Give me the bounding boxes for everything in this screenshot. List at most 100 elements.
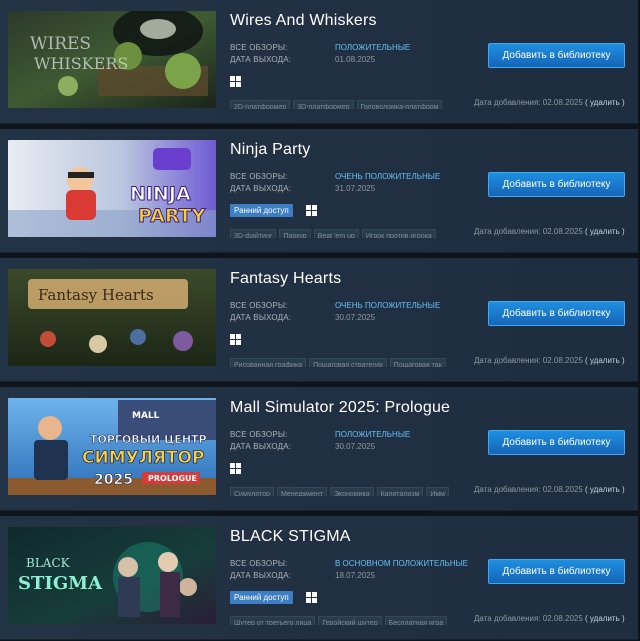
add-to-library-button[interactable]: Добавить в библиотеку: [488, 301, 625, 326]
tag[interactable]: Игрок против игрока: [361, 229, 436, 238]
review-summary[interactable]: В ОСНОВНОМ ПОЛОЖИТЕЛЬНЫЕ: [335, 559, 468, 568]
remove-link[interactable]: ( удалить ): [585, 485, 625, 494]
game-title[interactable]: Ninja Party: [230, 141, 310, 159]
capsule-title-line: MALL: [132, 411, 160, 421]
release-date-label: ДАТА ВЫХОДА:: [230, 313, 292, 322]
date-added-value: 02.08.2025: [542, 98, 583, 107]
remove-link[interactable]: ( удалить ): [585, 227, 625, 236]
windows-icon: [230, 76, 241, 87]
capsule-art: BLACK STIGMA: [8, 527, 216, 624]
tag[interactable]: 3D-файтинг: [230, 229, 277, 238]
release-date: 31.07.2025: [335, 184, 376, 193]
date-added: Дата добавления: 02.08.2025 ( удалить ): [474, 614, 625, 623]
release-date: 18.07.2025: [335, 571, 376, 580]
capsule-title-line: 2025: [94, 472, 133, 488]
date-added: Дата добавления: 02.08.2025 ( удалить ): [474, 356, 625, 365]
date-added-value: 02.08.2025: [542, 485, 583, 494]
tag[interactable]: Менеджмент: [277, 487, 327, 496]
capsule-title-line: WHISKERS: [34, 54, 128, 73]
reviews-label: ВСЕ ОБЗОРЫ:: [230, 430, 288, 439]
date-added-label: Дата добавления:: [474, 356, 541, 365]
game-title[interactable]: Fantasy Hearts: [230, 270, 341, 288]
game-title[interactable]: Wires And Whiskers: [230, 12, 377, 30]
capsule-title-line: BLACK: [26, 556, 71, 570]
game-title[interactable]: BLACK STIGMA: [230, 528, 351, 546]
tag[interactable]: Beat 'em up: [313, 229, 359, 238]
tag-list: 3D-файтинг Паркур Beat 'em up Игрок против …: [230, 225, 466, 238]
review-summary[interactable]: ОЧЕНЬ ПОЛОЖИТЕЛЬНЫЕ: [335, 301, 440, 310]
wishlist-row: BLACK STIGMA BLACK STIGMA ВСЕ ОБЗОРЫ: ДА…: [0, 516, 638, 640]
tag[interactable]: Экономика: [329, 487, 374, 496]
capsule-title-line: STIGMA: [18, 573, 103, 594]
capsule-title-line: PARTY: [138, 205, 206, 227]
remove-link[interactable]: ( удалить ): [585, 356, 625, 365]
tag[interactable]: Пошаговая стратегия: [309, 358, 387, 367]
tag[interactable]: Бесплатная игра: [384, 616, 448, 625]
wishlist-row: NINJA PARTY Ninja Party ВСЕ ОБЗОРЫ: ДАТА…: [0, 129, 638, 253]
tag[interactable]: Головоломка-платформ: [356, 100, 443, 109]
game-capsule-image[interactable]: WIRES WHISKERS: [8, 11, 216, 108]
game-capsule-image[interactable]: Fantasy Hearts: [8, 269, 216, 366]
add-to-library-button[interactable]: Добавить в библиотеку: [488, 430, 625, 455]
review-summary[interactable]: ПОЛОЖИТЕЛЬНЫЕ: [335, 430, 410, 439]
windows-icon: [306, 592, 317, 603]
early-access-badge: Ранний доступ: [230, 204, 293, 217]
tag-list: Шутер от третьего лица Геройский шутер Бес…: [230, 612, 466, 625]
date-added-value: 02.08.2025: [542, 356, 583, 365]
date-added-label: Дата добавления:: [474, 485, 541, 494]
tag[interactable]: Симулятор: [230, 487, 274, 496]
tag-list: 2D-платформер 3D-платформер Головоломка-пл…: [230, 96, 466, 109]
add-to-library-button[interactable]: Добавить в библиотеку: [488, 172, 625, 197]
capsule-title-line: Fantasy Hearts: [38, 286, 154, 304]
review-summary[interactable]: ОЧЕНЬ ПОЛОЖИТЕЛЬНЫЕ: [335, 172, 440, 181]
tag[interactable]: 3D-платформер: [293, 100, 354, 109]
release-date-label: ДАТА ВЫХОДА:: [230, 442, 292, 451]
add-to-library-button[interactable]: Добавить в библиотеку: [488, 43, 625, 68]
wishlist-row: MALL ТОРГОВЫЙ ЦЕНТР СИМУЛЯТОР 2025 PROLO…: [0, 387, 638, 511]
release-date-label: ДАТА ВЫХОДА:: [230, 184, 292, 193]
capsule-title-line: ТОРГОВЫЙ ЦЕНТР: [90, 433, 207, 446]
windows-icon: [306, 205, 317, 216]
tag[interactable]: Паркур: [279, 229, 311, 238]
game-capsule-image[interactable]: MALL ТОРГОВЫЙ ЦЕНТР СИМУЛЯТОР 2025 PROLO…: [8, 398, 216, 495]
release-date-label: ДАТА ВЫХОДА:: [230, 571, 292, 580]
review-summary[interactable]: ПОЛОЖИТЕЛЬНЫЕ: [335, 43, 410, 52]
tag[interactable]: 2D-платформер: [230, 100, 291, 109]
capsule-art: NINJA PARTY: [8, 140, 216, 237]
release-date: 30.07.2025: [335, 313, 376, 322]
capsule-title-line: WIRES: [30, 34, 91, 54]
windows-icon: [230, 463, 241, 474]
capsule-art: Fantasy Hearts: [8, 269, 216, 366]
game-capsule-image[interactable]: NINJA PARTY: [8, 140, 216, 237]
remove-link[interactable]: ( удалить ): [585, 98, 625, 107]
tag[interactable]: Имм: [426, 487, 449, 496]
reviews-label: ВСЕ ОБЗОРЫ:: [230, 172, 288, 181]
date-added-label: Дата добавления:: [474, 98, 541, 107]
windows-icon: [230, 334, 241, 345]
remove-link[interactable]: ( удалить ): [585, 614, 625, 623]
date-added-value: 02.08.2025: [542, 227, 583, 236]
add-to-library-button[interactable]: Добавить в библиотеку: [488, 559, 625, 584]
release-date: 30.07.2025: [335, 442, 376, 451]
wishlist-row: WIRES WHISKERS Wires And Whiskers ВСЕ ОБ…: [0, 0, 638, 124]
wishlist-row: Fantasy Hearts Fantasy Hearts ВСЕ ОБЗОРЫ…: [0, 258, 638, 382]
game-title[interactable]: Mall Simulator 2025: Prologue: [230, 399, 450, 417]
release-date-label: ДАТА ВЫХОДА:: [230, 55, 292, 64]
tag[interactable]: Геройский шутер: [318, 616, 382, 625]
game-capsule-image[interactable]: BLACK STIGMA: [8, 527, 216, 624]
capsule-art: WIRES WHISKERS: [8, 11, 216, 108]
date-added-label: Дата добавления:: [474, 227, 541, 236]
date-added: Дата добавления: 02.08.2025 ( удалить ): [474, 485, 625, 494]
capsule-title-line: СИМУЛЯТОР: [82, 448, 204, 468]
date-added: Дата добавления: 02.08.2025 ( удалить ): [474, 227, 625, 236]
tag-list: Симулятор Менеджмент Экономика Капитализм Им…: [230, 483, 466, 496]
tag[interactable]: Шутер от третьего лица: [230, 616, 316, 625]
tag[interactable]: Капитализм: [376, 487, 424, 496]
capsule-title-line: NINJA: [130, 183, 191, 205]
release-date: 01.08.2025: [335, 55, 376, 64]
date-added-value: 02.08.2025: [542, 614, 583, 623]
capsule-title-line: PROLOGUE: [148, 474, 197, 483]
tag[interactable]: Рисованная графика: [230, 358, 307, 367]
date-added-label: Дата добавления:: [474, 614, 541, 623]
tag[interactable]: Пошаговая так: [389, 358, 446, 367]
